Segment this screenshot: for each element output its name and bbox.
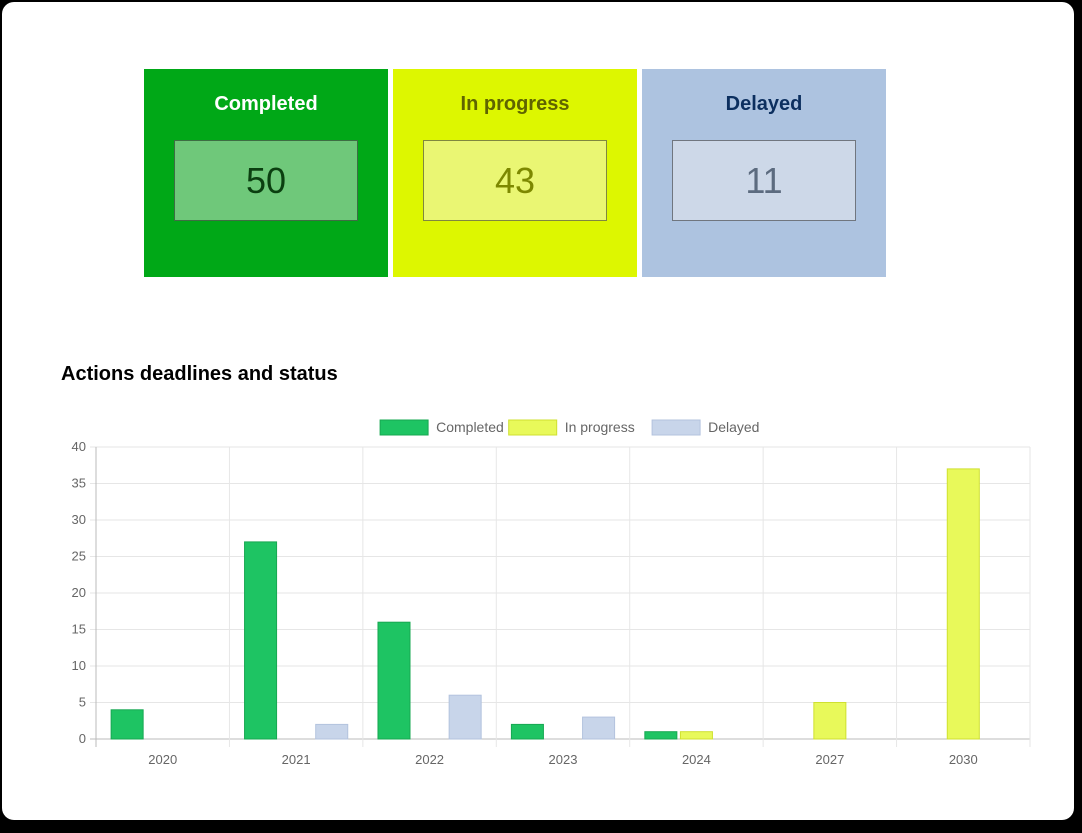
status-bar-chart: 0 5 10 15 20 25 30 35 40 2020 2021 2022 2023 2024 2027… <box>72 419 1031 767</box>
y-tick-label: 20 <box>72 585 86 600</box>
y-tick-label: 40 <box>72 439 86 454</box>
y-tick-label: 0 <box>79 731 86 746</box>
x-tick-label: 2023 <box>549 752 578 767</box>
y-tick-label: 5 <box>79 695 86 710</box>
bar-completed <box>510 723 544 740</box>
bar-in-progress <box>946 468 980 740</box>
legend-label: Completed <box>436 419 504 435</box>
y-tick-label: 10 <box>72 658 86 673</box>
y-tick-label: 30 <box>72 512 86 527</box>
dashboard-window: Completed 50 In progress 43 Delayed 11 A… <box>2 2 1074 820</box>
bar-delayed <box>582 716 616 740</box>
bar-completed <box>110 709 144 740</box>
bar-completed <box>644 731 678 740</box>
y-tick-label: 25 <box>72 549 86 564</box>
bar-delayed <box>315 723 349 740</box>
bar-completed <box>244 541 278 740</box>
bar-completed <box>377 621 411 740</box>
x-tick-label: 2024 <box>682 752 711 767</box>
legend-label: Delayed <box>708 419 759 435</box>
legend-swatch <box>651 419 701 436</box>
x-tick-label: 2030 <box>949 752 978 767</box>
legend-label: In progress <box>565 419 635 435</box>
legend-swatch <box>508 419 558 436</box>
bar-in-progress <box>813 702 847 740</box>
x-tick-label: 2027 <box>815 752 844 767</box>
x-tick-label: 2022 <box>415 752 444 767</box>
y-tick-label: 15 <box>72 622 86 637</box>
bar-delayed <box>448 694 482 740</box>
x-tick-label: 2020 <box>148 752 177 767</box>
legend-swatch <box>379 419 429 436</box>
bar-in-progress <box>679 731 713 740</box>
x-tick-label: 2021 <box>282 752 311 767</box>
y-tick-label: 35 <box>72 476 86 491</box>
